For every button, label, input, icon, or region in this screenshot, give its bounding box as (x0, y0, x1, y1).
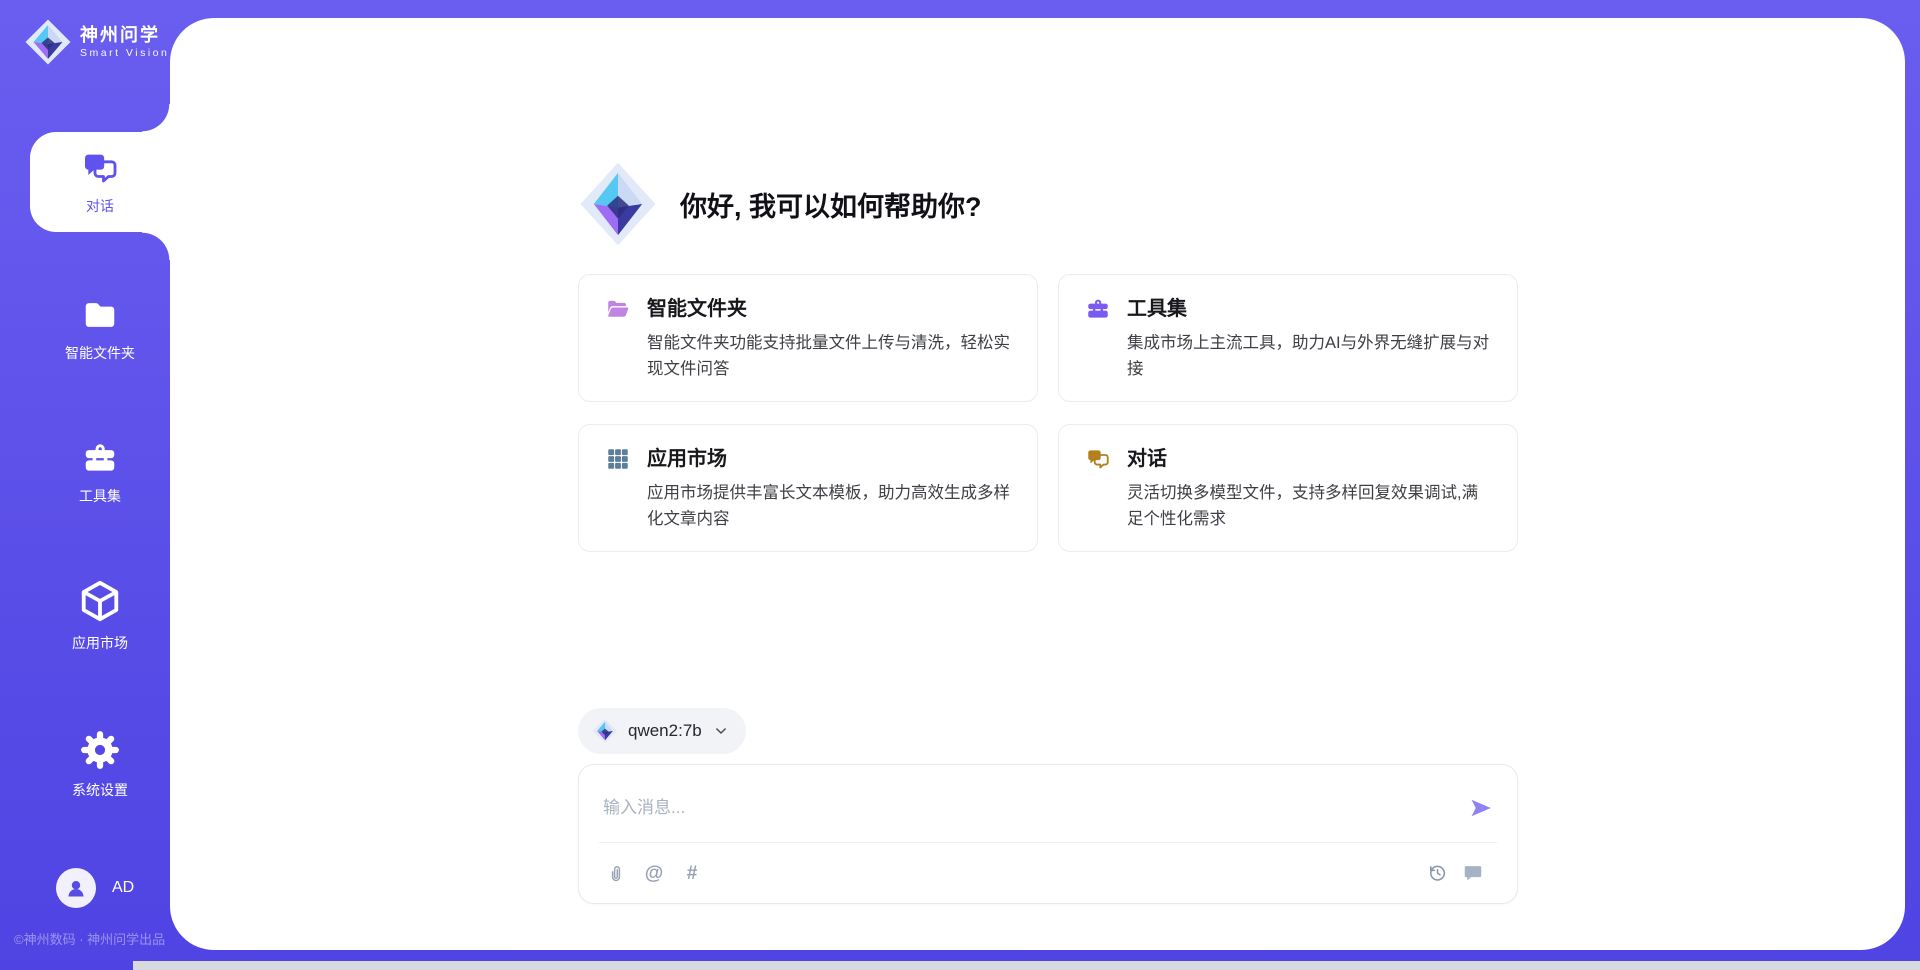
attach-button[interactable] (604, 861, 628, 885)
greeting: 你好, 我可以如何帮助你? (578, 160, 1518, 248)
history-button[interactable] (1425, 861, 1449, 885)
folder-icon (80, 296, 120, 334)
card-description: 智能文件夹功能支持批量文件上传与清洗，轻松实现文件问答 (647, 331, 1012, 383)
conversation-button[interactable] (1461, 861, 1485, 885)
card-title: 工具集 (1127, 296, 1492, 322)
toolbox-icon (1085, 296, 1111, 322)
card-title: 应用市场 (647, 446, 1012, 472)
grid-icon (605, 446, 631, 472)
cube-icon (77, 578, 123, 624)
message-input[interactable] (601, 797, 1469, 819)
card-chat[interactable]: 对话 灵活切换多模型文件，支持多样回复效果调试,满足个性化需求 (1058, 424, 1518, 552)
chat-bubble-icon (1462, 862, 1484, 884)
sidebar-item-label: 工具集 (79, 486, 121, 506)
card-app-market[interactable]: 应用市场 应用市场提供丰富长文本模板，助力高效生成多样化文章内容 (578, 424, 1038, 552)
hash-icon: # (687, 864, 698, 883)
sidebar-item-label: 系统设置 (72, 780, 128, 800)
sidebar-item-label: 智能文件夹 (65, 343, 135, 363)
sidebar-item-settings[interactable]: 系统设置 (30, 729, 170, 800)
app-window: 神州问学 Smart Vision 对话 智能文件夹 工具集 应用市场 系统设置 (0, 0, 1920, 970)
history-icon (1426, 862, 1448, 884)
at-icon: @ (645, 864, 664, 883)
card-title: 对话 (1127, 446, 1492, 472)
greeting-text: 你好, 我可以如何帮助你? (680, 185, 982, 224)
message-composer: @ # (578, 764, 1518, 904)
sidebar: 神州问学 Smart Vision 对话 智能文件夹 工具集 应用市场 系统设置 (0, 0, 170, 970)
card-smart-folder[interactable]: 智能文件夹 智能文件夹功能支持批量文件上传与清洗，轻松实现文件问答 (578, 274, 1038, 402)
sidebar-item-toolset[interactable]: 工具集 (30, 439, 170, 506)
send-button[interactable] (1469, 796, 1493, 820)
brand-name: 神州问学 (80, 25, 169, 46)
brand-gem-icon (24, 18, 72, 66)
greeting-gem-icon (578, 160, 658, 248)
paperclip-icon (605, 862, 627, 884)
gear-icon (79, 729, 121, 771)
model-gem-icon (592, 717, 618, 745)
toolbox-icon (80, 439, 120, 477)
card-description: 应用市场提供丰富长文本模板，助力高效生成多样化文章内容 (647, 481, 1012, 533)
feature-cards: 智能文件夹 智能文件夹功能支持批量文件上传与清洗，轻松实现文件问答 工具集 集成… (578, 274, 1518, 552)
sidebar-item-label: 应用市场 (72, 633, 128, 653)
card-description: 灵活切换多模型文件，支持多样回复效果调试,满足个性化需求 (1127, 481, 1492, 533)
sidebar-item-app-market[interactable]: 应用市场 (30, 578, 170, 653)
mention-button[interactable]: @ (642, 861, 666, 885)
sidebar-item-smart-folder[interactable]: 智能文件夹 (30, 296, 170, 363)
brand: 神州问学 Smart Vision (24, 18, 169, 66)
avatar (56, 868, 96, 908)
chat-icon (80, 148, 120, 188)
main-content: 你好, 我可以如何帮助你? 智能文件夹 智能文件夹功能支持批量文件上传与清洗，轻… (578, 18, 1518, 904)
card-title: 智能文件夹 (647, 296, 1012, 322)
model-selector[interactable]: qwen2:7b (578, 708, 746, 754)
sidebar-item-chat-active[interactable]: 对话 (30, 132, 170, 232)
model-name: qwen2:7b (628, 721, 702, 741)
send-icon (1469, 796, 1493, 820)
user-account[interactable]: AD (56, 868, 134, 908)
brand-subtitle: Smart Vision (80, 47, 169, 59)
hashtag-button[interactable]: # (680, 861, 704, 885)
chevron-down-icon (712, 722, 730, 740)
copyright-text: ©神州数码 · 神州问学出品 (14, 929, 165, 948)
main-panel: 你好, 我可以如何帮助你? 智能文件夹 智能文件夹功能支持批量文件上传与清洗，轻… (170, 18, 1905, 950)
user-name: AD (112, 879, 134, 897)
user-icon (64, 876, 88, 900)
card-description: 集成市场上主流工具，助力AI与外界无缝扩展与对接 (1127, 331, 1492, 383)
card-toolset[interactable]: 工具集 集成市场上主流工具，助力AI与外界无缝扩展与对接 (1058, 274, 1518, 402)
chat-icon (1085, 446, 1111, 472)
folder-open-icon (605, 296, 631, 322)
sidebar-item-label: 对话 (86, 196, 114, 216)
horizontal-scrollbar[interactable] (133, 961, 1920, 970)
